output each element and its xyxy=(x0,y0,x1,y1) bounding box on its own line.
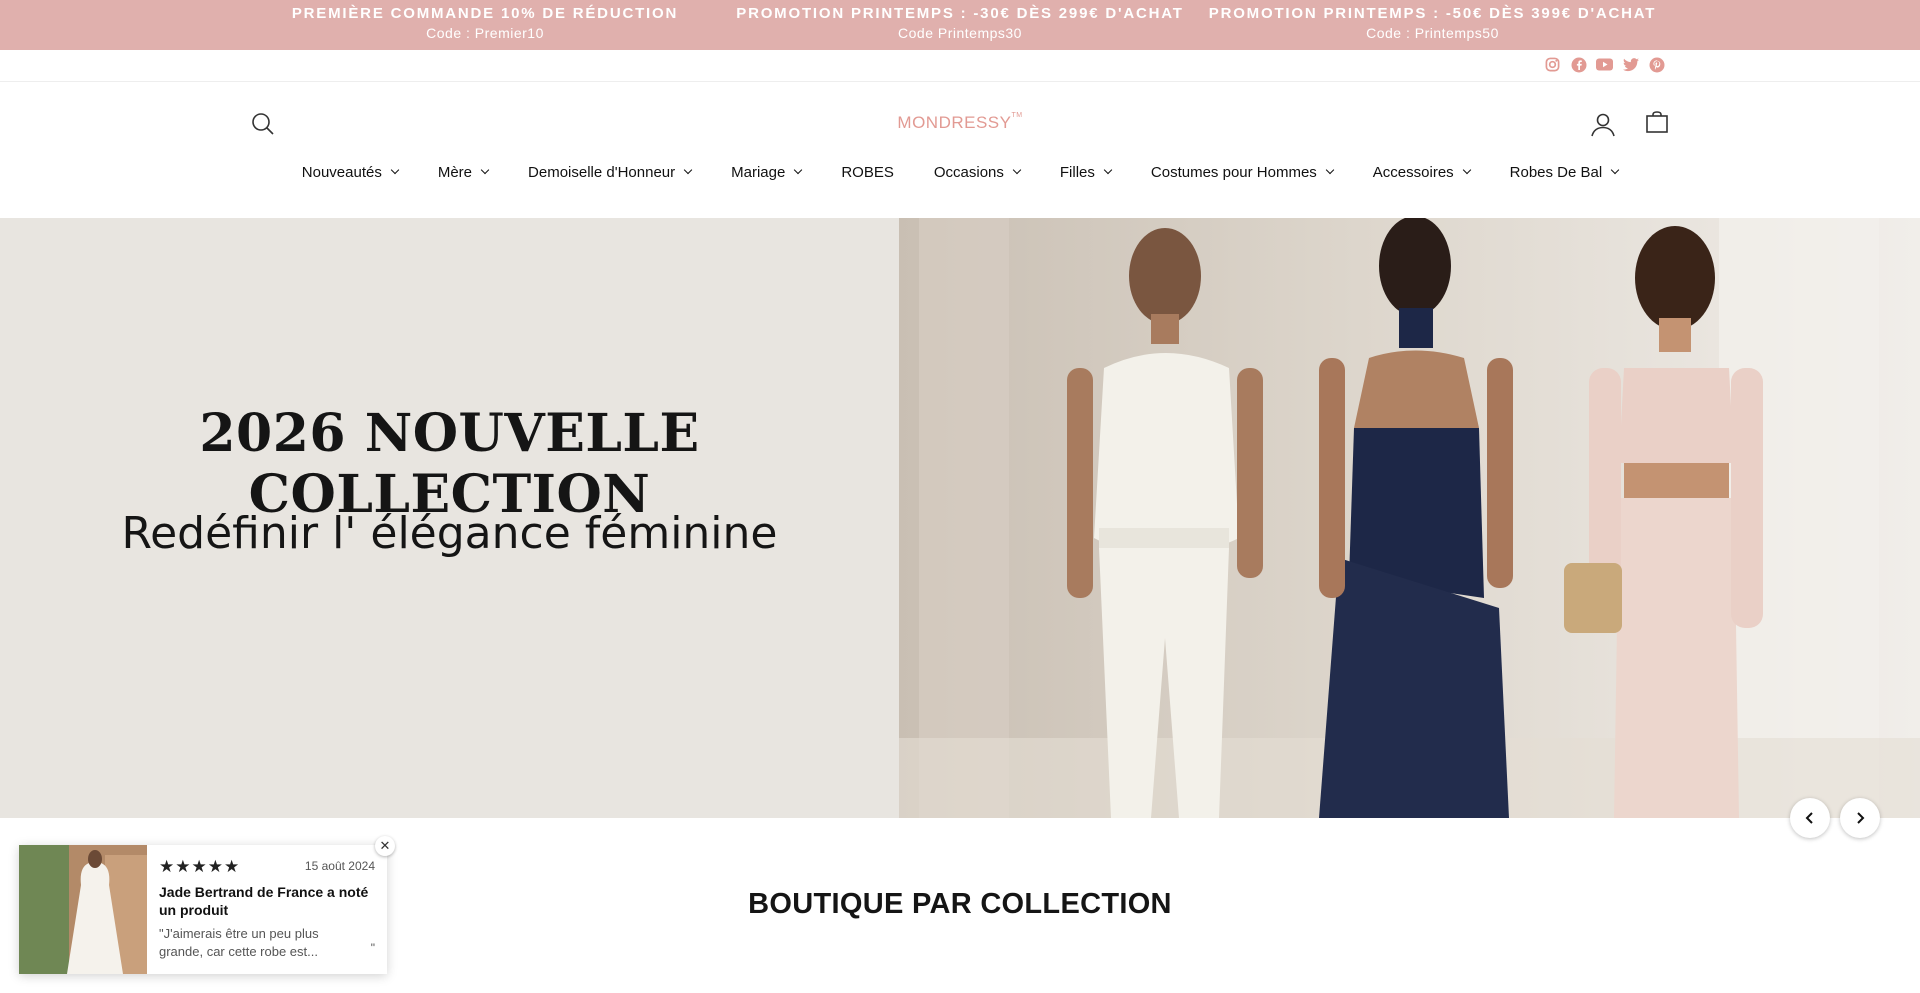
nav-mere[interactable]: Mère xyxy=(418,160,508,184)
nav-label: Nouveautés xyxy=(301,163,382,181)
hero-title: 2026 NOUVELLE COLLECTION xyxy=(199,403,700,525)
chevron-down-icon xyxy=(1325,165,1335,175)
main-nav: Nouveautés Mère Demoiselle d'Honneur Mar… xyxy=(0,160,1920,184)
site-logo[interactable]: MONDRESSYTM xyxy=(0,112,1920,133)
nav-label: Mariage xyxy=(731,163,786,181)
nav-robes[interactable]: ROBES xyxy=(821,160,914,184)
promo-spring-50[interactable]: PROMOTION PRINTEMPS : -50€ DÈS 399€ D'AC… xyxy=(1200,4,1665,42)
chevron-down-icon xyxy=(480,165,490,175)
reviewer-name: Jade Bertrand de France a noté un produi… xyxy=(159,884,369,918)
review-product-image xyxy=(19,845,147,974)
social-links xyxy=(1544,56,1665,73)
promo-title: PROMOTION PRINTEMPS : -50€ DÈS 399€ D'AC… xyxy=(1208,5,1657,22)
nav-label: Occasions xyxy=(933,163,1004,181)
account-icon[interactable] xyxy=(1590,111,1616,142)
chevron-down-icon xyxy=(683,165,693,175)
youtube-icon[interactable] xyxy=(1596,56,1613,73)
chevron-down-icon xyxy=(1012,165,1022,175)
nav-label: Filles xyxy=(1059,163,1095,181)
promo-code: Code Printemps30 xyxy=(898,25,1022,41)
hero-models-illustration xyxy=(899,218,1920,818)
logo-text: MONDRESSY xyxy=(897,113,1012,132)
nav-label: Costumes pour Hommes xyxy=(1150,163,1317,181)
divider xyxy=(0,81,1920,82)
nav-costumes-hommes[interactable]: Costumes pour Hommes xyxy=(1131,160,1353,184)
promo-code: Code : Premier10 xyxy=(426,25,544,41)
twitter-icon[interactable] xyxy=(1622,56,1639,73)
nav-filles[interactable]: Filles xyxy=(1040,160,1131,184)
instagram-icon[interactable] xyxy=(1544,56,1561,73)
announcement-bar: PREMIÈRE COMMANDE 10% DE RÉDUCTION Code … xyxy=(0,0,1920,50)
slider-next-button[interactable] xyxy=(1840,798,1880,838)
chevron-down-icon xyxy=(794,165,803,175)
nav-accessoires[interactable]: Accessoires xyxy=(1353,160,1490,184)
hero-subtitle: Redéfinir l' élégance féminine xyxy=(121,508,778,559)
nav-label: Robes De Bal xyxy=(1509,163,1603,181)
chevron-down-icon xyxy=(1103,165,1113,175)
chevron-left-icon xyxy=(1805,812,1813,824)
hero-image xyxy=(899,218,1920,818)
facebook-icon[interactable] xyxy=(1570,56,1587,73)
chevron-right-icon xyxy=(1857,812,1865,824)
chevron-down-icon xyxy=(390,165,400,175)
hero-text-panel: 2026 NOUVELLE COLLECTION Redéfinir l' él… xyxy=(0,218,899,818)
nav-label: Mère xyxy=(437,163,473,181)
nav-nouveautes[interactable]: Nouveautés xyxy=(282,160,418,184)
review-popup[interactable]: ★★★★★ 15 août 2024 Jade Bertrand de Fran… xyxy=(19,845,387,974)
nav-occasions[interactable]: Occasions xyxy=(914,160,1040,184)
promo-spring-30[interactable]: PROMOTION PRINTEMPS : -30€ DÈS 299€ D'AC… xyxy=(720,4,1200,42)
nav-demoiselle-honneur[interactable]: Demoiselle d'Honneur xyxy=(508,160,711,184)
chevron-down-icon xyxy=(1610,165,1620,175)
chevron-down-icon xyxy=(1462,165,1471,175)
close-icon[interactable]: ✕ xyxy=(375,836,395,856)
cart-icon[interactable] xyxy=(1645,110,1669,139)
logo-trademark: TM xyxy=(1011,112,1023,119)
pinterest-icon[interactable] xyxy=(1648,56,1665,73)
nav-label: ROBES xyxy=(841,163,894,181)
promo-code: Code : Printemps50 xyxy=(1366,25,1499,41)
rating-stars: ★★★★★ xyxy=(159,857,241,876)
promo-title: PROMOTION PRINTEMPS : -30€ DÈS 299€ D'AC… xyxy=(736,5,1184,22)
review-text: "J'aimerais être un peu plus grande, car… xyxy=(159,926,319,959)
nav-robes-de-bal[interactable]: Robes De Bal xyxy=(1490,160,1639,184)
slider-prev-button[interactable] xyxy=(1790,798,1830,838)
nav-label: Demoiselle d'Honneur xyxy=(528,163,676,181)
nav-mariage[interactable]: Mariage xyxy=(711,160,821,184)
quote-mark: " xyxy=(370,941,375,955)
nav-label: Accessoires xyxy=(1372,163,1454,181)
review-date: 15 août 2024 xyxy=(304,859,375,873)
promo-first-order[interactable]: PREMIÈRE COMMANDE 10% DE RÉDUCTION Code … xyxy=(255,4,715,42)
promo-title: PREMIÈRE COMMANDE 10% DE RÉDUCTION xyxy=(291,5,679,22)
hero-banner[interactable]: 2026 NOUVELLE COLLECTION Redéfinir l' él… xyxy=(0,218,1920,818)
